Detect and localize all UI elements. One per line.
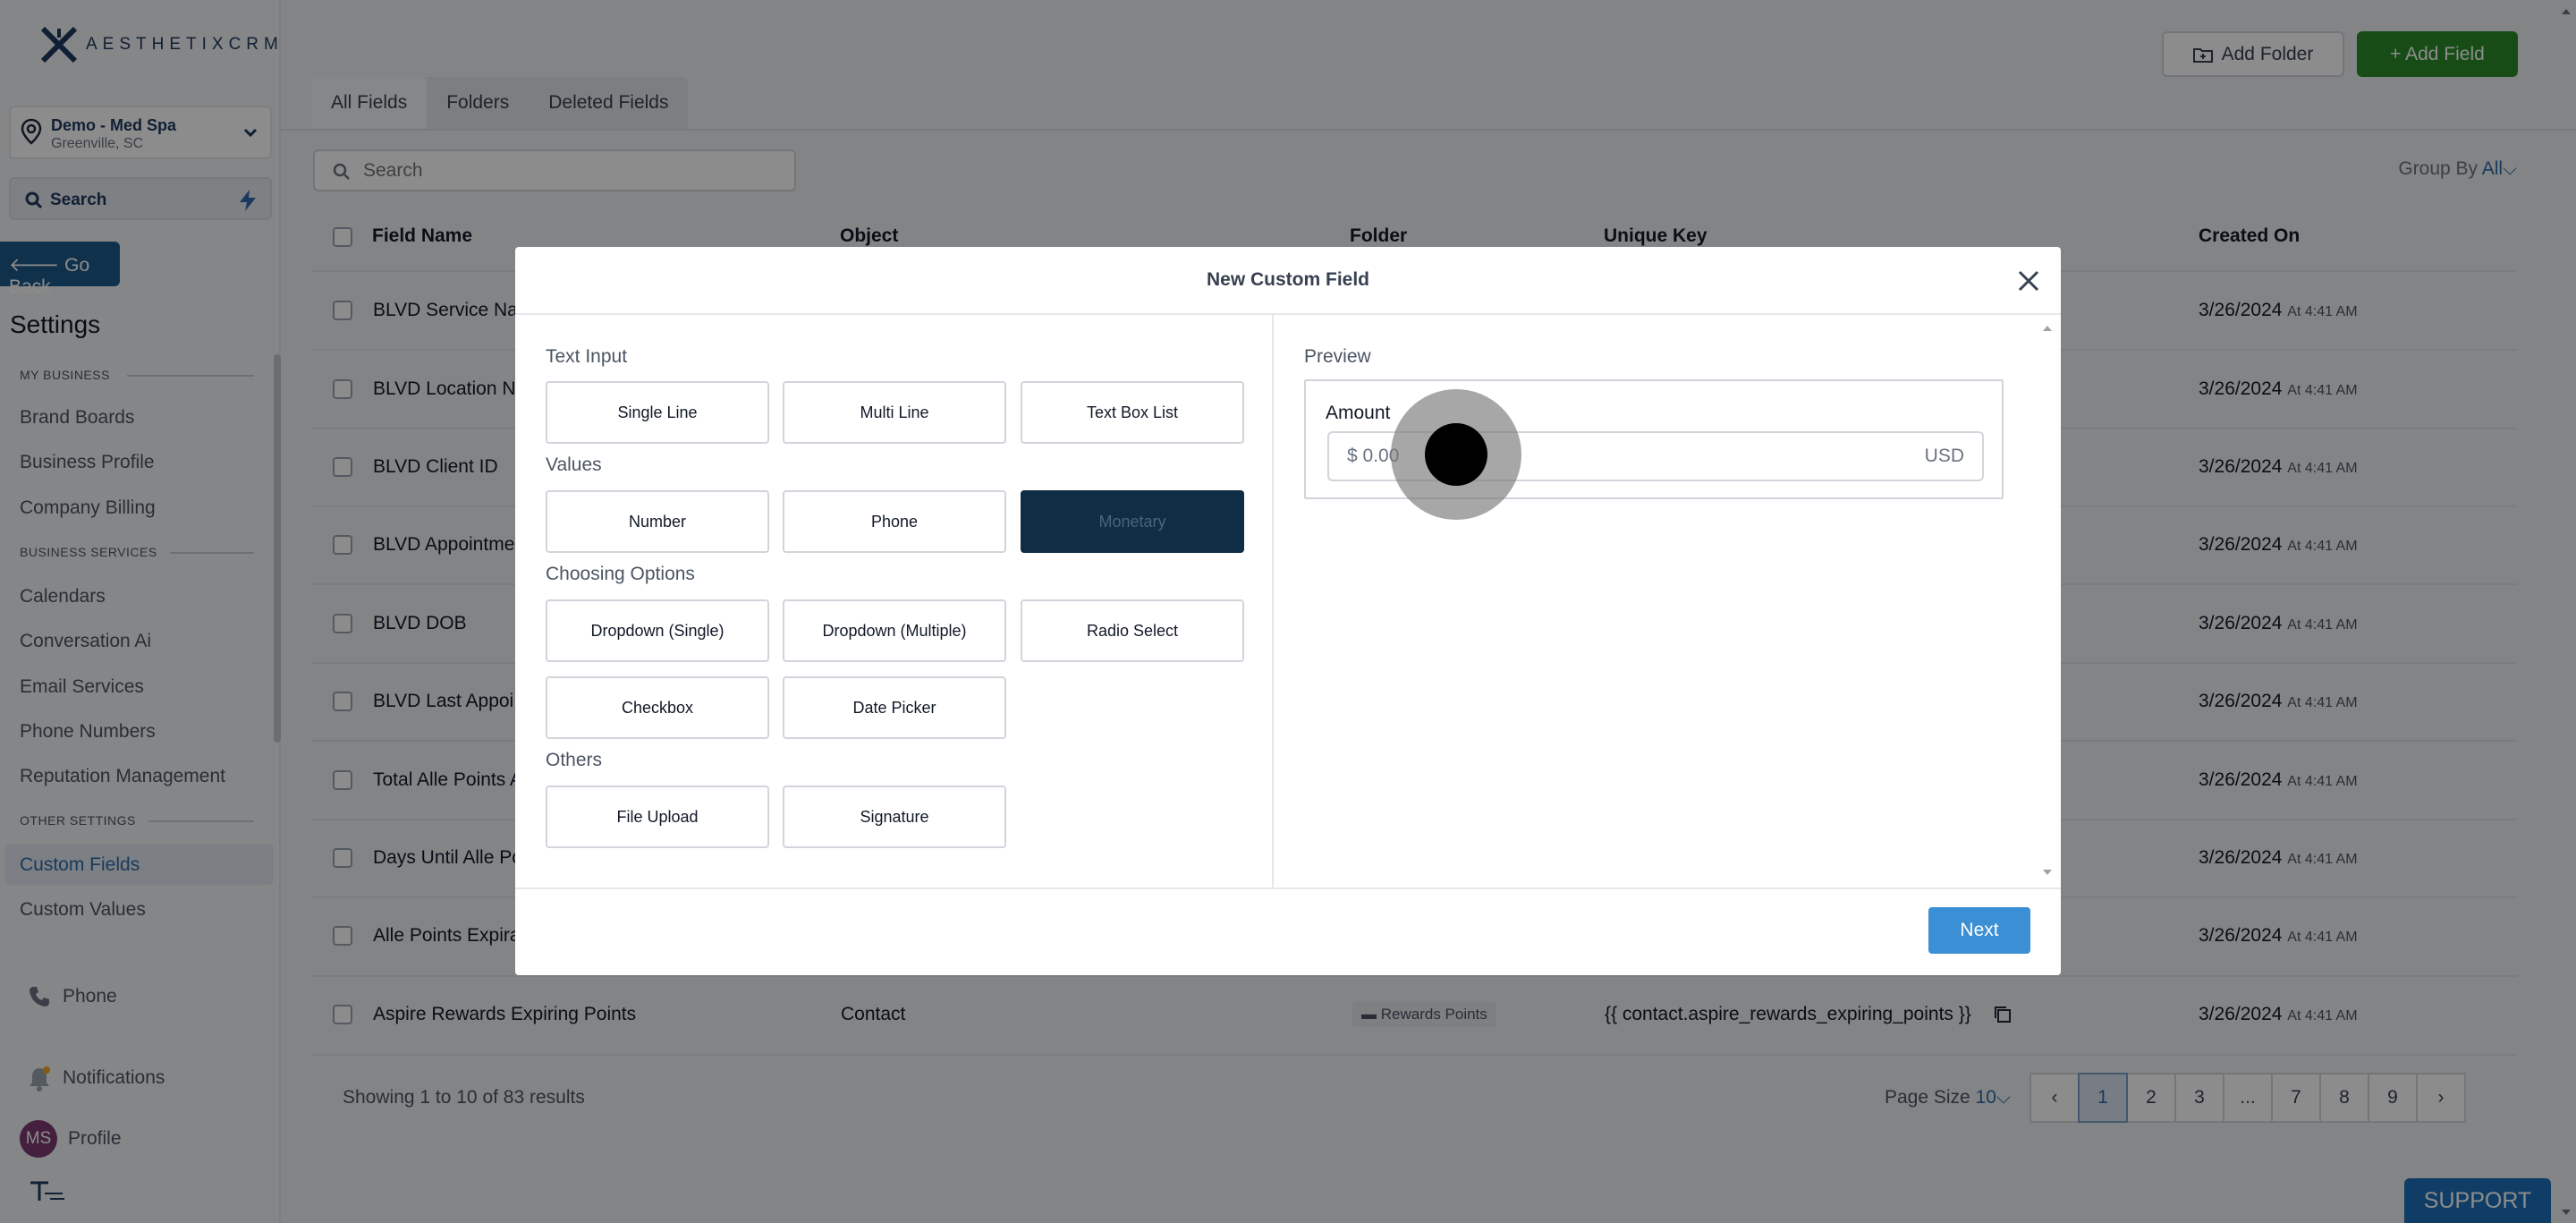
option-number[interactable]: Number [546,490,769,553]
option-file-upload[interactable]: File Upload [546,786,769,848]
option-radio-select[interactable]: Radio Select [1021,599,1244,662]
modal-header-divider [515,313,2061,315]
preview-label: Preview [1304,346,1371,367]
modal-scroll-up-icon[interactable] [2041,322,2054,335]
group-label-text-input: Text Input [546,346,628,367]
option-text-box-list[interactable]: Text Box List [1021,381,1244,444]
option-signature[interactable]: Signature [783,786,1006,848]
option-monetary[interactable]: Monetary [1021,490,1244,553]
group-label-values: Values [546,454,602,475]
option-single-line[interactable]: Single Line [546,381,769,444]
modal-scroll-down-icon[interactable] [2041,866,2054,879]
modal-column-divider [1272,315,1274,888]
preview-field-label: Amount [1326,403,1391,423]
group-label-others: Others [546,750,603,770]
close-icon[interactable] [2014,267,2043,295]
group-label-choosing-options: Choosing Options [546,564,695,584]
option-phone[interactable]: Phone [783,490,1006,553]
next-button[interactable]: Next [1928,907,2030,954]
cursor-dot [1425,423,1487,486]
option-checkbox[interactable]: Checkbox [546,676,769,739]
modal-footer-divider [515,888,2061,889]
option-multi-line[interactable]: Multi Line [783,381,1006,444]
option-dropdown-multiple[interactable]: Dropdown (Multiple) [783,599,1006,662]
currency-label: USD [1924,446,1964,466]
option-date-picker[interactable]: Date Picker [783,676,1006,739]
new-custom-field-modal: New Custom Field Text Input Single Line … [515,247,2061,975]
option-dropdown-single[interactable]: Dropdown (Single) [546,599,769,662]
modal-title: New Custom Field [1206,269,1370,290]
